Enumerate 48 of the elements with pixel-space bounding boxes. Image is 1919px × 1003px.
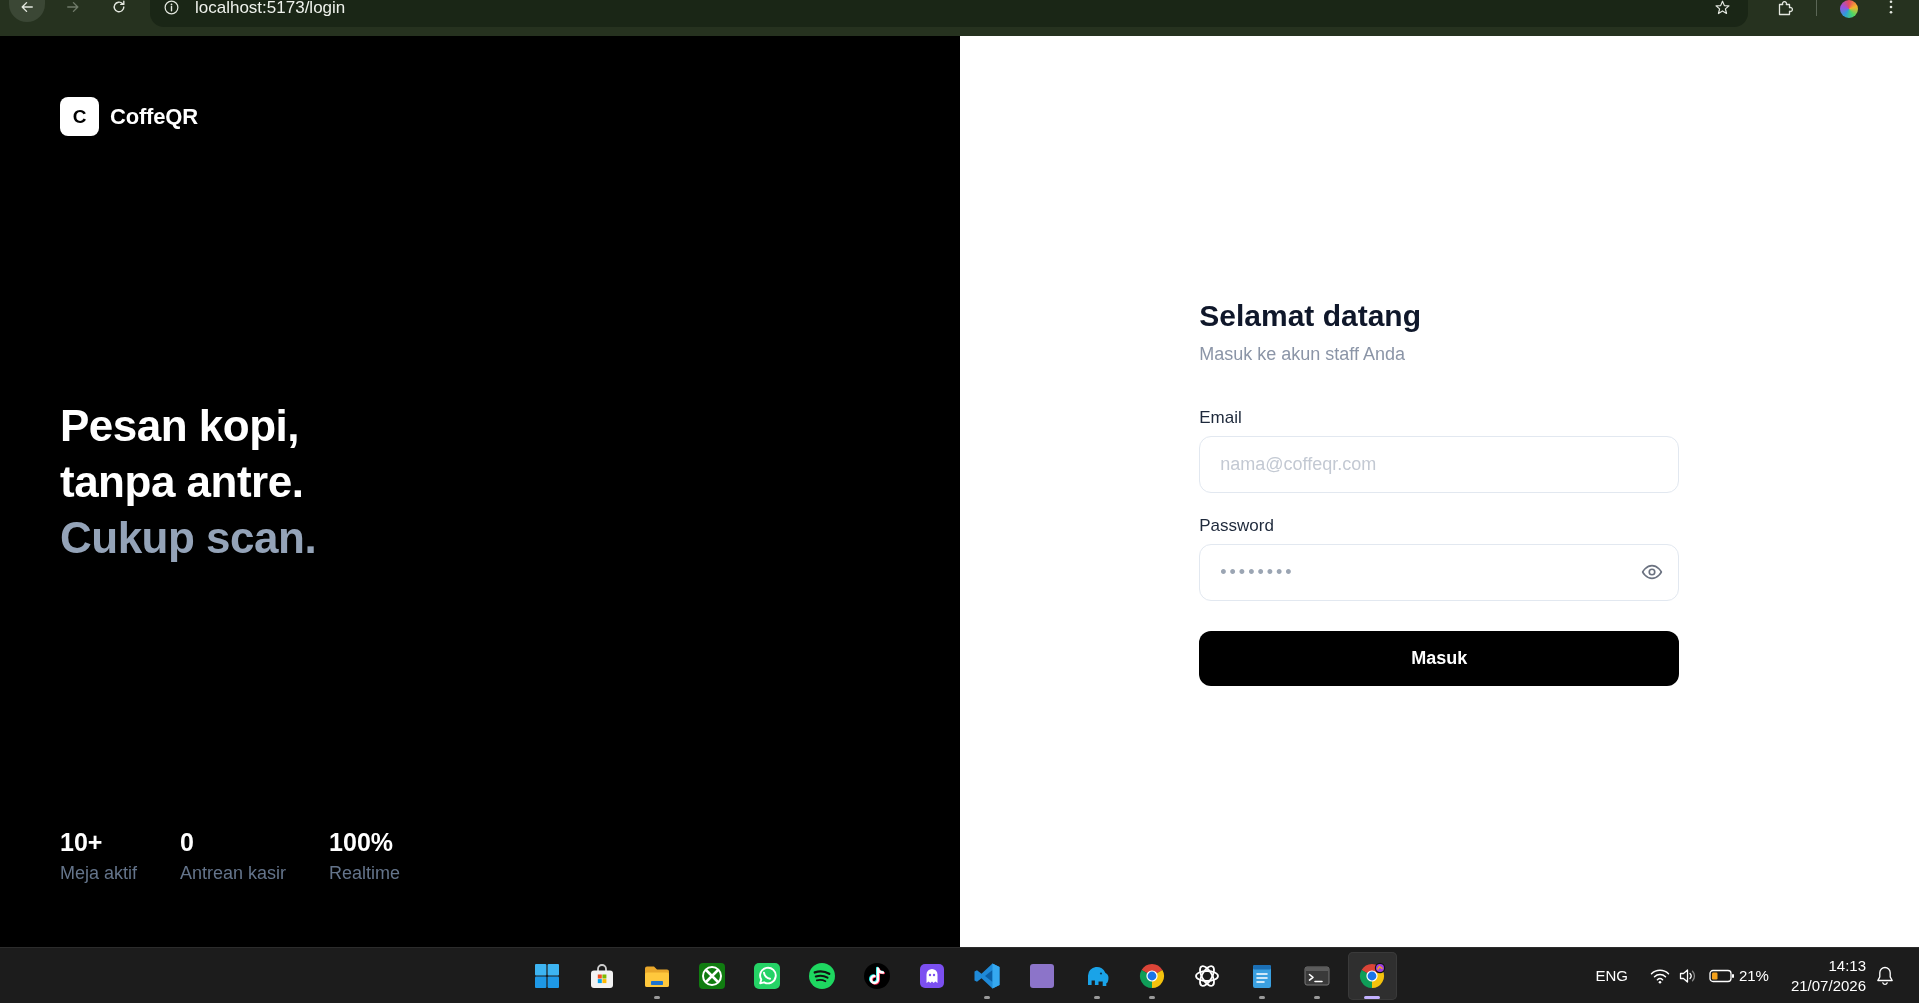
arrow-right-icon: [66, 0, 80, 14]
battery-percent[interactable]: 21%: [1738, 967, 1769, 984]
login-button[interactable]: Masuk: [1199, 630, 1680, 686]
chat-bubble-icon: [753, 961, 781, 990]
language-indicator[interactable]: ENG: [1595, 967, 1628, 984]
wifi-icon[interactable]: [1649, 967, 1670, 984]
back-button[interactable]: [9, 0, 45, 22]
start-icon: [533, 961, 561, 990]
puzzle-piece-icon[interactable]: [1777, 0, 1793, 16]
headline-line: Pesan kopi,: [60, 399, 300, 452]
menu-icon[interactable]: [1889, 0, 1893, 14]
shopping-bag-icon: [588, 961, 616, 990]
bell-icon[interactable]: [1876, 965, 1894, 986]
stat-value: 100%: [329, 827, 394, 857]
music-note-icon: [863, 961, 891, 990]
brand-name: CoffeQR: [110, 103, 198, 130]
browser-icon: [1138, 961, 1166, 990]
profile-avatar-icon[interactable]: [1840, 0, 1858, 18]
taskbar-button[interactable]: [1347, 951, 1397, 1000]
logo: C: [60, 97, 99, 136]
browser-icon: [1358, 961, 1386, 990]
headline-line: Cukup scan.: [60, 511, 317, 564]
x-tile-icon: [698, 961, 726, 990]
stat-label: Realtime: [329, 862, 401, 885]
password-field[interactable]: ••••••••: [1199, 543, 1680, 601]
ghost-icon: [918, 961, 946, 990]
stat-label: Antrean kasir: [180, 862, 287, 885]
field-label: Password: [1199, 514, 1274, 537]
form-title: Selamat datang: [1199, 297, 1421, 334]
stat-label: Meja aktif: [60, 862, 138, 885]
field-label: Email: [1199, 406, 1242, 429]
stat-value: 10+: [60, 827, 103, 857]
picture-placeholder-icon: [1028, 961, 1056, 990]
clock-date[interactable]: 21/07/2026: [1790, 975, 1866, 996]
reload-icon: [112, 0, 126, 14]
star-icon[interactable]: [1715, 0, 1730, 15]
ribbon-icon: [973, 961, 1001, 990]
arrow-left-icon: [20, 0, 34, 14]
headline-line: tanpa antre.: [60, 455, 304, 508]
address-bar[interactable]: localhost:5173/login: [150, 0, 1748, 27]
battery-icon[interactable]: [1708, 968, 1735, 983]
clock-time[interactable]: 14:13: [1828, 955, 1866, 976]
sound-waves-icon: [808, 961, 836, 990]
stat-value: 0: [180, 827, 194, 857]
email-field[interactable]: nama@coffeqr.com: [1199, 435, 1680, 493]
speaker-icon[interactable]: [1678, 967, 1697, 984]
info-icon[interactable]: [164, 0, 179, 15]
form-subtitle: Masuk ke akun staff Anda: [1199, 342, 1406, 366]
